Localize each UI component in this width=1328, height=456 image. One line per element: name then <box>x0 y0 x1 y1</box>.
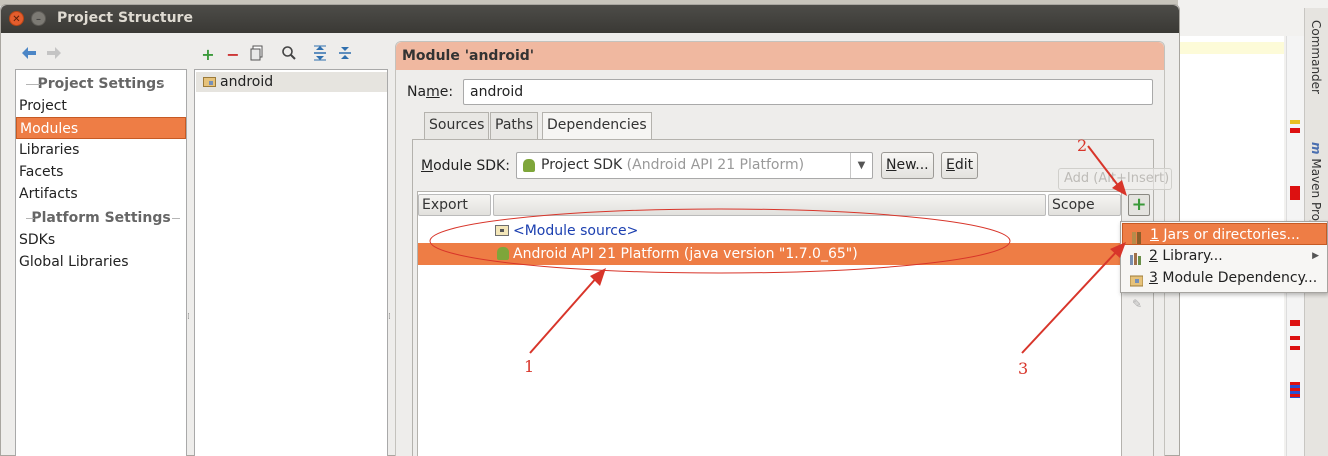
annotation-number-2: 2 <box>1077 136 1088 155</box>
annotation-arrow-2 <box>1087 145 1121 189</box>
annotation-arrowhead-2 <box>1112 180 1127 196</box>
annotation-arrow-1 <box>529 275 599 354</box>
annotation-arrow-3 <box>1021 249 1119 354</box>
annotation-ellipse <box>429 208 1011 274</box>
annotation-overlay <box>429 145 1127 354</box>
annotation-number-3: 3 <box>1018 359 1029 378</box>
annotation-number-1: 1 <box>524 357 535 376</box>
